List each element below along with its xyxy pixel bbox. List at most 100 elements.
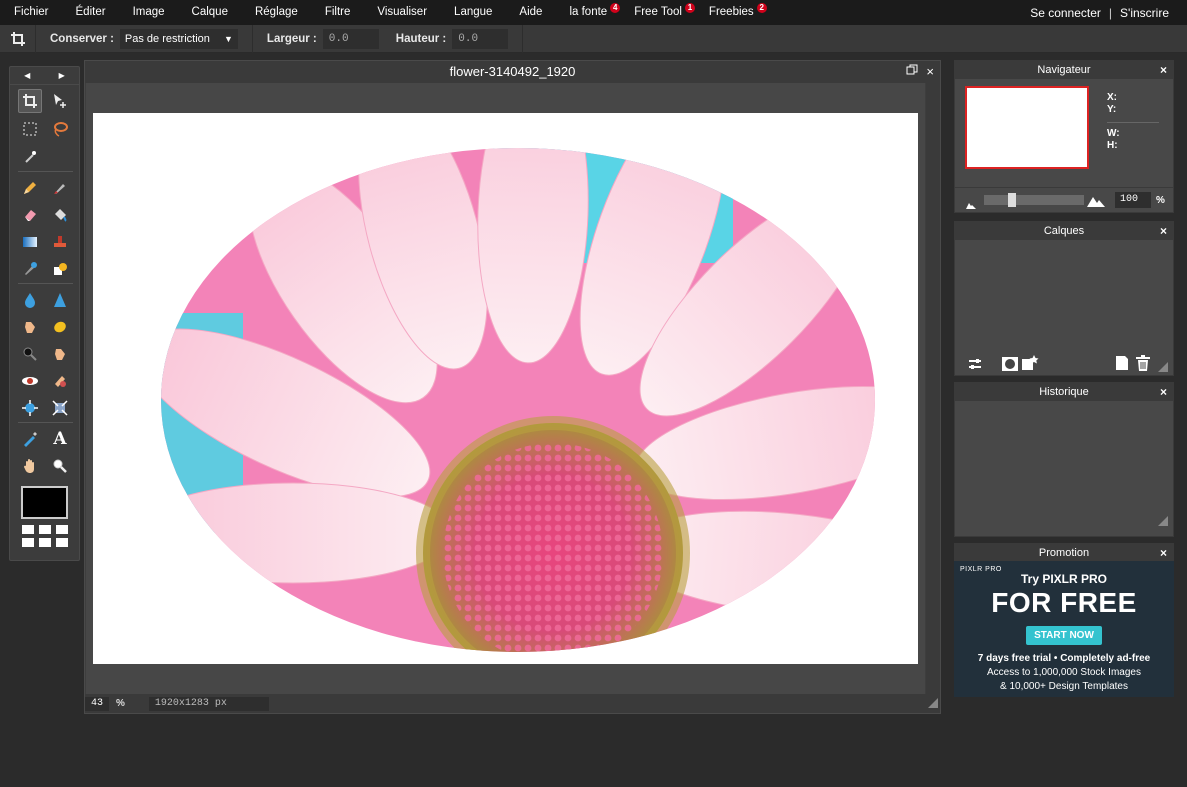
chevron-left-icon[interactable]: ◀ <box>24 71 30 80</box>
grid-button[interactable] <box>39 525 51 534</box>
promo-headline-small: Try PIXLR PRO <box>1020 572 1108 586</box>
close-icon[interactable]: × <box>1160 61 1167 79</box>
spot-heal-icon[interactable] <box>48 369 72 393</box>
menu-reglage[interactable]: Réglage <box>241 0 311 25</box>
resize-handle-icon[interactable] <box>1158 359 1168 377</box>
bloat-icon[interactable] <box>18 396 42 420</box>
trash-icon[interactable] <box>1136 355 1150 376</box>
menu-freebies[interactable]: Freebies 2 <box>695 0 767 25</box>
menu-free-tool[interactable]: Free Tool 1 <box>620 0 695 25</box>
close-icon[interactable]: × <box>1160 383 1167 401</box>
x-label: X: <box>1107 92 1117 103</box>
history-panel: Historique × <box>954 382 1174 537</box>
height-field[interactable]: 0.0 <box>452 28 509 49</box>
zoom-icon[interactable] <box>48 454 72 478</box>
h-label: H: <box>1107 140 1118 151</box>
w-label: W: <box>1107 128 1120 139</box>
gradient-icon[interactable] <box>18 230 42 254</box>
dodge-icon[interactable] <box>18 342 42 366</box>
promo-banner[interactable]: PIXLR PRO Try PIXLR PRO FOR FREE START N… <box>954 561 1174 697</box>
zoom-value-field[interactable]: 100 <box>1115 192 1151 208</box>
paint-bucket-icon[interactable] <box>48 203 72 227</box>
menu-langue[interactable]: Langue <box>440 0 505 25</box>
layer-mask-icon[interactable] <box>1002 357 1018 376</box>
zoom-slider-knob[interactable] <box>1008 193 1016 207</box>
menu-calque[interactable]: Calque <box>178 0 241 25</box>
close-icon[interactable]: × <box>1160 544 1167 562</box>
text-tool-icon[interactable]: A <box>48 427 72 451</box>
zoom-in-icon[interactable] <box>1087 194 1105 212</box>
history-title: Historique × <box>955 383 1173 401</box>
divider <box>1107 122 1159 123</box>
grid-button[interactable] <box>22 538 34 547</box>
menu-visualiser[interactable]: Visualiser <box>363 0 440 25</box>
layer-effects-icon[interactable] <box>1021 355 1039 376</box>
close-icon[interactable]: × <box>1160 222 1167 240</box>
hand-icon[interactable] <box>18 454 42 478</box>
menu-la-fonte[interactable]: la fonte 4 <box>555 0 621 25</box>
menu-badge: 2 <box>756 3 767 13</box>
zoom-field[interactable]: 43 <box>85 696 109 711</box>
login-link[interactable]: Se connecter <box>1030 6 1101 20</box>
layers-title: Calques × <box>955 222 1173 240</box>
y-label: Y: <box>1107 104 1117 115</box>
menu-image[interactable]: Image <box>119 0 178 25</box>
menu-editer[interactable]: Éditer <box>62 0 119 25</box>
canvas-area[interactable] <box>86 83 925 695</box>
close-icon[interactable]: × <box>926 61 934 83</box>
image-canvas[interactable] <box>93 113 918 664</box>
toolbox-nav: ◀ ▶ <box>10 67 79 85</box>
account-links: Se connecter | S'inscrire <box>1030 6 1187 20</box>
promo-line-1: 7 days free trial • Completely ad-free <box>977 653 1151 664</box>
grid-button[interactable] <box>22 525 34 534</box>
clone-stamp-icon[interactable] <box>48 230 72 254</box>
burn-icon[interactable] <box>48 342 72 366</box>
resize-handle-icon[interactable] <box>1158 513 1168 531</box>
magic-wand-icon[interactable] <box>18 145 42 169</box>
lasso-tool-icon[interactable] <box>48 117 72 141</box>
restore-icon[interactable] <box>906 61 918 83</box>
menu-fichier[interactable]: Fichier <box>0 0 62 25</box>
flower-image <box>161 148 875 652</box>
pinch-icon[interactable] <box>48 396 72 420</box>
grid-button[interactable] <box>39 538 51 547</box>
grid-button[interactable] <box>56 538 68 547</box>
keep-ratio-select[interactable]: Pas de restriction ▼ <box>119 28 238 49</box>
options-bar: Conserver : Pas de restriction ▼ Largeur… <box>0 24 1187 53</box>
blur-icon[interactable] <box>18 288 42 312</box>
layer-settings-icon[interactable] <box>968 357 982 376</box>
vertical-scrollbar[interactable] <box>926 83 940 695</box>
navigator-thumbnail[interactable] <box>965 86 1089 169</box>
sponge-icon[interactable] <box>48 315 72 339</box>
smudge-icon[interactable] <box>18 315 42 339</box>
chevron-right-icon[interactable]: ▶ <box>59 71 65 80</box>
start-now-button[interactable]: START NOW <box>1026 626 1102 645</box>
signup-link[interactable]: S'inscrire <box>1120 6 1169 20</box>
color-picker-icon[interactable] <box>18 427 42 451</box>
pencil-icon[interactable] <box>18 176 42 200</box>
zoom-slider[interactable] <box>984 195 1084 205</box>
divider <box>251 24 253 53</box>
foreground-color-swatch[interactable] <box>21 486 68 519</box>
menu-bar: Fichier Éditer Image Calque Réglage Filt… <box>0 0 1187 25</box>
resize-handle-icon[interactable] <box>928 698 938 711</box>
image-dimensions: 1920x1283 px <box>148 696 269 711</box>
marquee-tool-icon[interactable] <box>18 117 42 141</box>
move-tool-icon[interactable] <box>48 89 72 113</box>
width-field[interactable]: 0.0 <box>322 28 379 49</box>
promo-line-2: Access to 1,000,000 Stock Images <box>987 667 1141 678</box>
zoom-out-icon[interactable] <box>966 196 976 214</box>
menu-filtre[interactable]: Filtre <box>311 0 364 25</box>
color-replace-icon[interactable] <box>18 257 42 281</box>
drawing-icon[interactable] <box>48 257 72 281</box>
menu-badge: 1 <box>684 3 695 13</box>
grid-button[interactable] <box>56 525 68 534</box>
sharpen-icon[interactable] <box>48 288 72 312</box>
promo-headline-big: FOR FREE <box>991 587 1137 618</box>
eraser-icon[interactable] <box>18 203 42 227</box>
brush-icon[interactable] <box>48 176 72 200</box>
menu-aide[interactable]: Aide <box>505 0 555 25</box>
red-eye-icon[interactable] <box>18 369 42 393</box>
crop-tool-icon[interactable] <box>18 89 42 113</box>
new-layer-icon[interactable] <box>1116 356 1128 375</box>
